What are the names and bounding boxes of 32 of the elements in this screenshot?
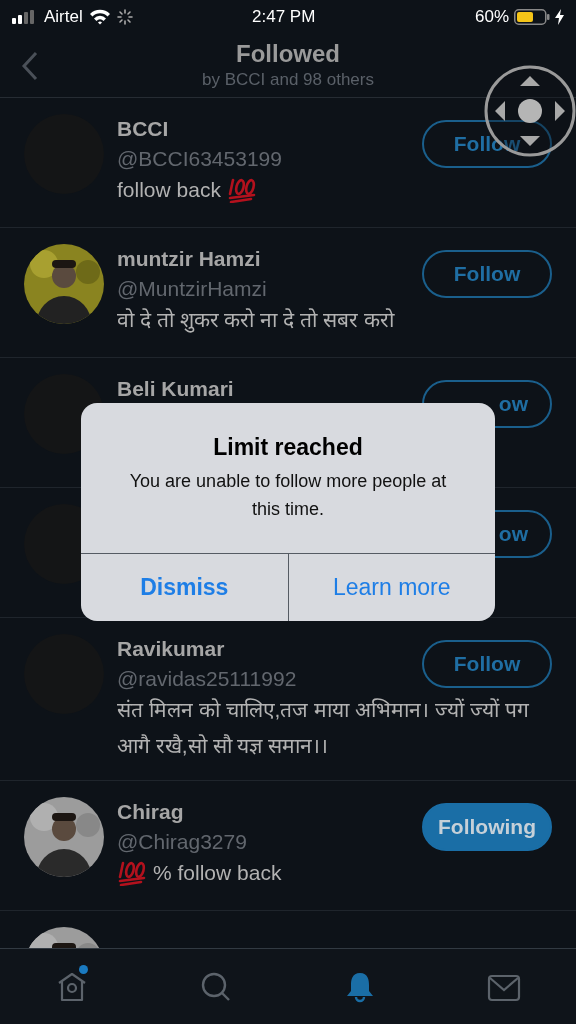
- page-title: Followed: [236, 39, 340, 69]
- wifi-icon: [88, 8, 111, 25]
- user-handle: @Chirag3279: [117, 829, 247, 855]
- user-bio: % follow back: [153, 860, 282, 886]
- user-name: BCCI: [117, 116, 170, 142]
- user-name: muntzir Hamzi: [117, 246, 262, 272]
- follow-button[interactable]: Follow: [422, 250, 552, 298]
- battery-percentage: 60%: [474, 5, 509, 28]
- follow-button[interactable]: Following: [422, 803, 552, 851]
- user-name: Beli Kumari: [117, 376, 234, 402]
- page-subtitle: by BCCI and 98 others: [202, 69, 374, 91]
- dialog-button[interactable]: Learn more: [287, 554, 495, 621]
- hundred-points-icon: [117, 860, 147, 886]
- charging-bolt-icon: [555, 8, 564, 25]
- dialog-title: Limit reached: [213, 433, 363, 462]
- user-bio: follow back: [117, 177, 221, 203]
- battery-icon: [514, 8, 550, 25]
- follow-button[interactable]: Follow: [422, 640, 552, 688]
- back-button[interactable]: [20, 51, 38, 81]
- clock-time: 2:47 PM: [252, 5, 316, 28]
- user-handle: @BCCI63453199: [117, 146, 282, 172]
- dialog-button[interactable]: Dismiss: [81, 554, 288, 621]
- user-name: Ravikumar: [117, 636, 226, 662]
- dialog-message: You are unable to follow more people at this time.: [128, 470, 448, 521]
- loading-spinner-icon: [116, 8, 133, 25]
- user-name: Chirag: [117, 799, 185, 825]
- hundred-points-icon: [226, 177, 257, 203]
- user-bio: संत मिलन को चालिए,तज माया अभिमान। ज्यों ज्यों पग आगै रखै,सो सौ यज्ञ समान।।: [117, 697, 530, 759]
- carrier-name: Airtel: [44, 5, 83, 28]
- user-handle: @ravidas25111992: [117, 666, 297, 692]
- user-handle: @MuntzirHamzi: [117, 276, 267, 302]
- user-bio: वो दे तो शुकर करो ना दे तो सबर करो: [117, 307, 394, 335]
